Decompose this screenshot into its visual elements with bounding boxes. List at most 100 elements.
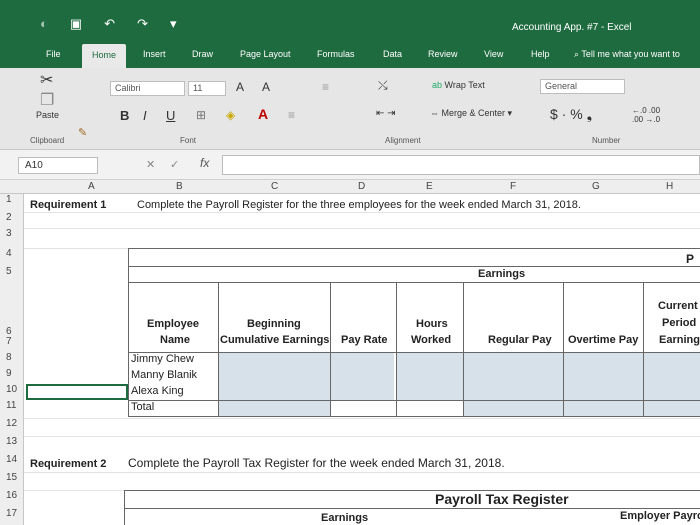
paste-button[interactable]: Paste [36,110,59,120]
column-header-b[interactable]: B [176,181,183,192]
underline-icon[interactable]: U [166,108,175,123]
function-icon[interactable]: fx [200,156,209,170]
merge-center-button[interactable]: ⇔ Merge & Center ▾ [430,108,512,119]
requirement-1-text: Complete the Payroll Register for the th… [137,199,581,211]
row-header[interactable]: 10 [0,384,24,400]
cancel-icon[interactable]: ✕ [146,158,155,171]
row-header[interactable]: 7 [0,336,24,352]
input-cells-cumulative[interactable] [218,352,330,400]
fill-color-icon[interactable]: ◈ [226,108,235,122]
requirement-2-label: Requirement 2 [30,458,107,470]
payroll-tax-register-title: Payroll Tax Register [435,491,569,507]
align-top-icon[interactable]: ≡ [322,80,329,94]
column-header-h[interactable]: H [666,181,673,192]
group-clipboard: Clipboard [30,136,65,145]
requirement-2-text: Complete the Payroll Tax Register for th… [128,456,505,470]
tab-review[interactable]: Review [428,49,458,59]
redo-icon[interactable]: ↷ [137,16,148,32]
column-header-f[interactable]: F [510,181,516,192]
row-header[interactable]: 13 [0,436,24,454]
font-color-icon[interactable]: A [258,106,268,122]
indent-icon[interactable]: ⇤ ⇥ [376,108,396,119]
input-cell-total-cumulative[interactable] [218,400,330,416]
copy-icon[interactable]: ❐ [40,90,54,110]
tab-draw[interactable]: Draw [192,49,213,59]
row-header[interactable]: 4 [0,248,24,266]
customize-icon[interactable]: ▾ [170,16,177,32]
worksheet[interactable]: A B C D E F G H 1 2 3 4 5 6 7 8 9 10 11 … [0,180,700,525]
decrease-font-icon[interactable]: A [262,80,270,94]
number-format-select[interactable]: General [540,79,625,94]
group-number: Number [592,136,621,145]
row-header[interactable]: 15 [0,472,24,490]
row-header[interactable]: 11 [0,400,24,418]
cut-icon[interactable]: ✂ [40,70,53,90]
header-worked: Worked [411,334,452,346]
formula-bar: A10 ✕ ✓ fx [0,150,700,180]
tab-data[interactable]: Data [383,49,402,59]
row-header[interactable]: 14 [0,454,24,472]
header-name: Name [160,334,190,346]
row-header[interactable]: 8 [0,352,24,368]
ptr-employer-heading: Employer Payro [620,510,700,522]
undo-icon[interactable]: ↶ [104,16,115,32]
row-header[interactable]: 17 [0,508,24,525]
employee-name[interactable]: Manny Blanik [131,369,197,381]
column-header-d[interactable]: D [358,181,365,192]
align-left-icon[interactable]: ≡ [288,108,295,122]
italic-icon[interactable]: I [143,108,147,123]
row-header[interactable]: 2 [0,212,24,228]
column-header-e[interactable]: E [426,181,433,192]
tab-home[interactable]: Home [82,44,127,69]
column-header-g[interactable]: G [592,181,600,192]
wrap-text-button[interactable]: ab Wrap Text [432,80,485,90]
formula-input[interactable] [222,155,700,175]
tab-help[interactable]: Help [531,49,550,59]
tab-formulas[interactable]: Formulas [317,49,355,59]
enter-icon[interactable]: ✓ [170,158,179,171]
column-header-a[interactable]: A [88,181,95,192]
cut-off-heading: P [686,252,695,266]
decimal-icons[interactable]: ←.0 .00.00 →.0 [632,106,660,124]
currency-icon[interactable]: $ · % ❟ [550,106,592,123]
border-icon[interactable]: ⊞ [196,108,206,122]
row-header[interactable]: 1 [0,194,24,212]
row-header[interactable]: 12 [0,418,24,436]
row-header[interactable]: 3 [0,228,24,248]
header-cumulative-earnings: Cumulative Earnings [220,334,330,346]
row-header[interactable]: 9 [0,368,24,384]
employee-name[interactable]: Alexa King [131,385,184,397]
tab-insert[interactable]: Insert [143,49,166,59]
row-header[interactable]: 16 [0,490,24,508]
tab-page-layout[interactable]: Page Layout [240,49,291,59]
header-hours: Hours [416,318,448,330]
window-title: Accounting App. #7 - Excel [512,22,632,33]
input-cells-current-earnings[interactable] [643,352,700,416]
name-box[interactable]: A10 [18,157,98,174]
employee-name[interactable]: Jimmy Chew [131,353,194,365]
row-header[interactable]: 5 [0,266,24,282]
requirement-1-label: Requirement 1 [30,199,107,211]
input-cells-hours[interactable] [397,352,463,400]
column-header-c[interactable]: C [271,181,278,192]
increase-font-icon[interactable]: A [236,80,244,94]
autosave-toggle[interactable]: ◐ [40,16,48,32]
header-beginning: Beginning [247,318,301,330]
header-earnings: Earnings [659,334,700,346]
save-icon[interactable]: ▣ [70,16,82,32]
selected-cell-a10[interactable] [26,384,128,400]
ribbon-tabs: File Home Insert Draw Page Layout Formul… [0,40,700,69]
tab-file[interactable]: File [46,49,61,59]
bold-icon[interactable]: B [120,108,129,123]
input-cells-overtime-pay[interactable] [563,352,643,416]
format-painter-icon[interactable]: ✎ [78,126,87,139]
tab-view[interactable]: View [484,49,503,59]
header-pay-rate: Pay Rate [341,334,388,346]
input-cells-regular-pay[interactable] [463,352,563,416]
font-size-select[interactable]: 11 [188,81,226,96]
tell-me-search[interactable]: ⌕ Tell me what you want to [574,49,680,60]
font-name-select[interactable]: Calibri [110,81,185,96]
orientation-icon[interactable]: ⤯ [378,78,388,93]
title-bar: ◐ ▣ ↶ ↷ ▾ Accounting App. #7 - Excel [0,0,700,40]
input-cells-pay-rate[interactable] [330,352,394,400]
